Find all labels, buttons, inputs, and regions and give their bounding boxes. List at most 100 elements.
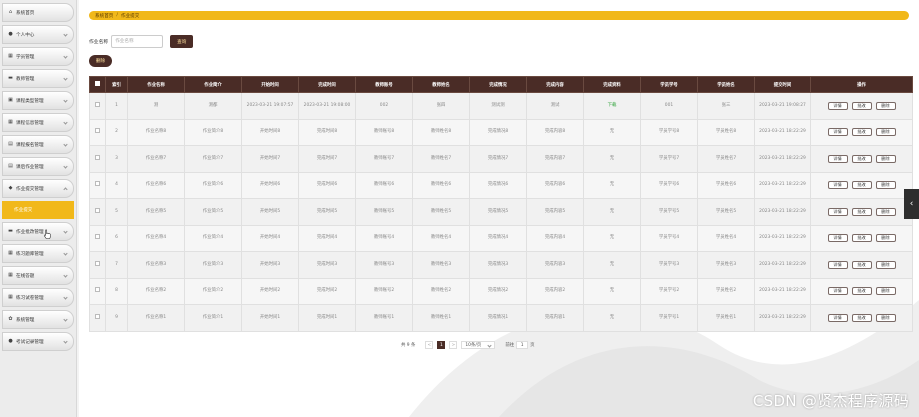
sidebar-item[interactable]: ▦ 学员管理 bbox=[2, 47, 74, 66]
detail-button[interactable]: 详情 bbox=[827, 128, 848, 137]
detail-button[interactable]: 详情 bbox=[827, 234, 848, 243]
table-cell: 完成内容3 bbox=[526, 251, 584, 279]
page-size-select[interactable]: 10条/页 bbox=[461, 341, 496, 349]
table-cell: 完成情况7 bbox=[469, 145, 527, 173]
delete-button[interactable]: 删除 bbox=[875, 128, 896, 137]
sidebar-item[interactable]: ● 个人中心 bbox=[2, 25, 74, 44]
download-link[interactable]: 下载 bbox=[608, 103, 617, 108]
table-row[interactable]: 9 作业名称1 作业简介1 开始时间1 完成时间1 教师账号1 教师姓名1 完成情况1 完成内容… bbox=[89, 304, 913, 332]
sidebar-item[interactable]: ◆ 作业提交管理 bbox=[2, 179, 74, 198]
search-input[interactable] bbox=[111, 35, 164, 48]
table-row[interactable]: 6 作业名称4 作业简介4 开始时间4 完成时间4 教师账号4 教师姓名4 完成情况4 完成内容… bbox=[89, 224, 913, 252]
table-cell: 学员姓名2 bbox=[697, 277, 755, 305]
table-cell: 教师账号8 bbox=[355, 118, 413, 146]
table-cell: 作业名称3 bbox=[127, 251, 185, 279]
grade-button[interactable]: 批改 bbox=[851, 128, 872, 137]
table-cell: 教师姓名8 bbox=[412, 118, 470, 146]
row-checkbox[interactable] bbox=[95, 287, 100, 293]
detail-button[interactable]: 详情 bbox=[827, 101, 848, 110]
grade-button[interactable]: 批改 bbox=[851, 260, 872, 269]
table-row[interactable]: 8 作业名称2 作业简介2 开始时间2 完成时间2 教师账号2 教师姓名2 完成情况2 完成内容… bbox=[89, 277, 913, 305]
table-cell: 无 bbox=[583, 118, 641, 146]
detail-button[interactable]: 详情 bbox=[827, 260, 848, 269]
sidebar-item[interactable]: ✿ 系统管理 bbox=[2, 310, 74, 329]
sidebar-item[interactable]: ▦ 练习题库管理 bbox=[2, 244, 74, 263]
table-cell: 2 bbox=[105, 118, 128, 146]
detail-button[interactable]: 详情 bbox=[827, 207, 848, 216]
detail-button[interactable]: 详情 bbox=[827, 154, 848, 163]
sidebar-item[interactable]: ▦ 练习试卷管理 bbox=[2, 288, 74, 307]
grade-button[interactable]: 批改 bbox=[851, 234, 872, 243]
sidebar-item[interactable]: ⌂ 系统首页 bbox=[2, 3, 74, 22]
bulk-delete-button[interactable]: 删除 bbox=[89, 55, 112, 67]
table-cell: 开始时间3 bbox=[241, 251, 299, 279]
delete-button[interactable]: 删除 bbox=[875, 313, 896, 322]
sidebar-item[interactable]: ● 考试记录管理 bbox=[2, 332, 74, 351]
sidebar: ⌂ 系统首页 ● 个人中心 ▦ 学员管理 ▬ 教师管理 ▣ 课程类型管理 ▦ 课程信息管理 ▤ 课程报名管… bbox=[0, 0, 77, 417]
delete-button[interactable]: 删除 bbox=[875, 207, 896, 216]
table-row[interactable]: 5 作业名称5 作业简介5 开始时间5 完成时间5 教师账号5 教师姓名5 完成情况5 完成内容… bbox=[89, 198, 913, 226]
detail-button[interactable]: 详情 bbox=[827, 287, 848, 296]
table-cell: 完成时间6 bbox=[298, 171, 356, 199]
collapse-handle-icon[interactable]: ‹ bbox=[904, 189, 919, 219]
row-checkbox[interactable] bbox=[95, 234, 100, 240]
delete-button[interactable]: 删除 bbox=[875, 260, 896, 269]
doc-icon: ▤ bbox=[8, 163, 13, 169]
delete-button[interactable]: 删除 bbox=[875, 101, 896, 110]
table-cell: 3 bbox=[105, 145, 128, 173]
page-number-current[interactable]: 1 bbox=[437, 341, 446, 349]
row-checkbox[interactable] bbox=[95, 101, 100, 107]
chevron-icon bbox=[63, 98, 68, 103]
chevron-icon bbox=[63, 142, 68, 147]
row-checkbox[interactable] bbox=[95, 154, 100, 160]
row-checkbox[interactable] bbox=[95, 313, 100, 319]
column-header: 操作 bbox=[810, 76, 913, 93]
table-row[interactable]: 4 作业名称6 作业简介6 开始时间6 完成时间6 教师账号6 教师姓名6 完成情况6 完成内容… bbox=[89, 171, 913, 199]
sidebar-item[interactable]: ▬ 作业批改管理 bbox=[2, 222, 74, 241]
breadcrumb: 系统首页 / 作业提交 bbox=[89, 11, 909, 20]
table-row[interactable]: 2 作业名称8 作业简介8 开始时间8 完成时间8 教师账号8 教师姓名8 完成情况8 完成内容… bbox=[89, 118, 913, 146]
table-row[interactable]: 3 作业名称7 作业简介7 开始时间7 完成时间7 教师账号7 教师姓名7 完成情况7 完成内容… bbox=[89, 145, 913, 173]
grade-button[interactable]: 批改 bbox=[851, 287, 872, 296]
next-page-button[interactable]: > bbox=[449, 341, 458, 349]
jump-page-input[interactable]: 1 bbox=[516, 341, 529, 349]
row-checkbox[interactable] bbox=[95, 260, 100, 266]
sidebar-item[interactable]: ▤ 课程报名管理 bbox=[2, 135, 74, 154]
table-cell: 完成情况3 bbox=[469, 251, 527, 279]
search-button[interactable]: 查询 bbox=[170, 35, 194, 48]
table-cell: 教师姓名2 bbox=[412, 277, 470, 305]
table-cell: 作业名称6 bbox=[127, 171, 185, 199]
sidebar-item[interactable]: ▦ 课程信息管理 bbox=[2, 113, 74, 132]
sidebar-item[interactable]: ▦ 在线答题 bbox=[2, 266, 74, 285]
row-actions: 详情 批改 删除 bbox=[810, 251, 913, 279]
table-cell: 学员学号3 bbox=[640, 251, 698, 279]
grade-button[interactable]: 批改 bbox=[851, 181, 872, 190]
table-cell: 作业简介1 bbox=[184, 304, 242, 332]
select-all-checkbox[interactable] bbox=[95, 81, 100, 86]
sidebar-subitem-active[interactable]: 作业提交 bbox=[2, 201, 74, 219]
chevron-icon bbox=[63, 251, 68, 256]
table-row[interactable]: 7 作业名称3 作业简介3 开始时间3 完成时间3 教师账号3 教师姓名3 完成情况3 完成内容… bbox=[89, 251, 913, 279]
row-checkbox[interactable] bbox=[95, 181, 100, 187]
grade-button[interactable]: 批改 bbox=[851, 313, 872, 322]
row-checkbox[interactable] bbox=[95, 207, 100, 213]
detail-button[interactable]: 详情 bbox=[827, 313, 848, 322]
grade-button[interactable]: 批改 bbox=[851, 101, 872, 110]
sidebar-item[interactable]: ▤ 课后作业管理 bbox=[2, 157, 74, 176]
grade-button[interactable]: 批改 bbox=[851, 154, 872, 163]
prev-page-button[interactable]: < bbox=[425, 341, 434, 349]
row-actions: 详情 批改 删除 bbox=[810, 224, 913, 252]
row-checkbox[interactable] bbox=[95, 128, 100, 134]
breadcrumb-home[interactable]: 系统首页 bbox=[95, 13, 113, 19]
delete-button[interactable]: 删除 bbox=[875, 287, 896, 296]
sidebar-item[interactable]: ▬ 教师管理 bbox=[2, 69, 74, 88]
delete-button[interactable]: 删除 bbox=[875, 154, 896, 163]
detail-button[interactable]: 详情 bbox=[827, 181, 848, 190]
table-row[interactable]: 1 测测都 2023-03-21 19:07:57 2023-03-21 19:08:… bbox=[89, 92, 913, 120]
sidebar-item[interactable]: ▣ 课程类型管理 bbox=[2, 91, 74, 110]
delete-button[interactable]: 删除 bbox=[875, 181, 896, 190]
row-select-cell bbox=[89, 118, 106, 146]
delete-button[interactable]: 删除 bbox=[875, 234, 896, 243]
main-content: 系统首页 / 作业提交 作业名称 查询 删除 索引作业名称作业简介开始时间完成时… bbox=[79, 0, 919, 417]
grade-button[interactable]: 批改 bbox=[851, 207, 872, 216]
